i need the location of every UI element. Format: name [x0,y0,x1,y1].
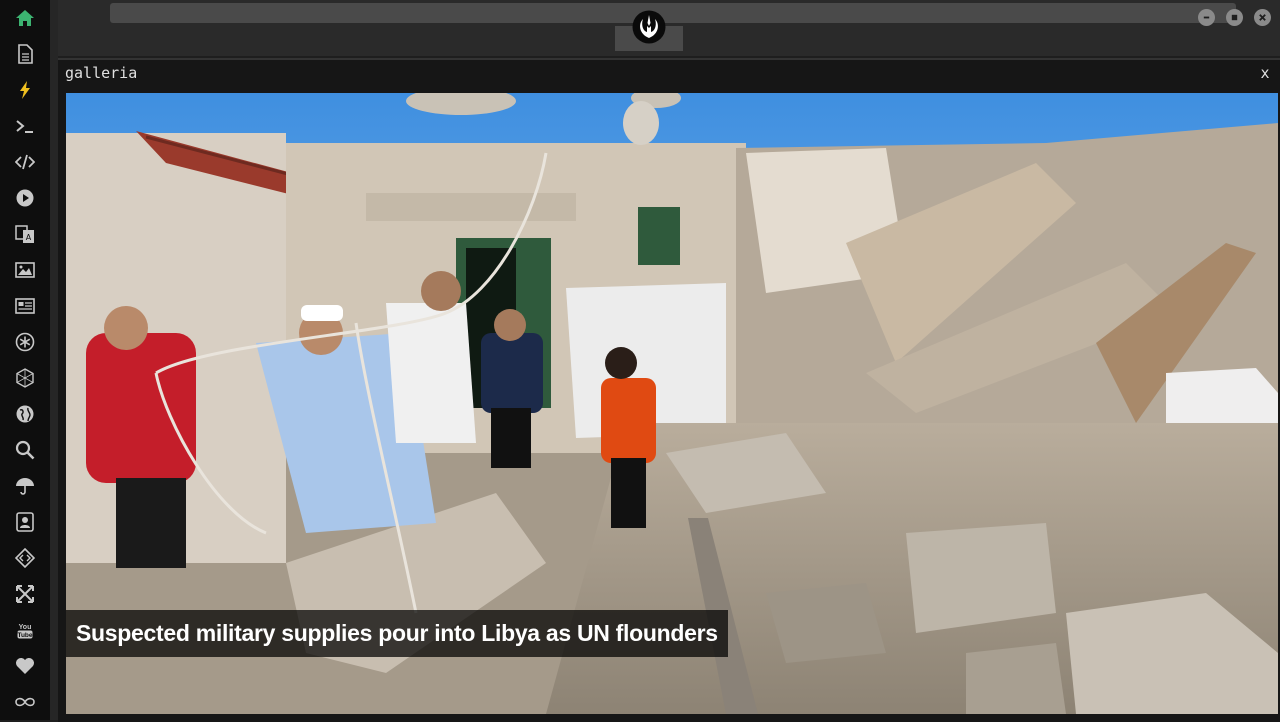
asterisk-icon[interactable] [13,330,37,354]
gallery-caption: Suspected military supplies pour into Li… [66,610,728,657]
minimize-icon[interactable] [1198,9,1215,26]
infinity-icon[interactable] [13,690,37,714]
document-icon[interactable] [13,42,37,66]
image-icon[interactable] [13,258,37,282]
search-icon[interactable] [13,438,37,462]
hexagon-icon[interactable] [13,366,37,390]
address-bar[interactable] [110,3,1236,23]
contact-icon[interactable] [13,510,37,534]
svg-text:You: You [19,624,32,631]
code-icon[interactable] [13,150,37,174]
terminal-icon[interactable] [13,114,37,138]
youtube-icon[interactable]: You Tube [13,618,37,642]
news-icon[interactable] [13,294,37,318]
svg-text:Tube: Tube [17,632,32,639]
translate-icon[interactable]: A [13,222,37,246]
panel-title: galleria [65,64,138,82]
heart-icon[interactable] [13,654,37,678]
umbrella-icon[interactable] [13,474,37,498]
home-icon[interactable] [13,6,37,30]
close-icon[interactable] [1254,9,1271,26]
expand-icon[interactable] [13,582,37,606]
sidebar-scroll-track[interactable] [50,0,58,720]
sidebar: A You Tube [0,0,51,720]
panel-close-button[interactable]: x [1257,63,1273,83]
diamond-code-icon[interactable] [13,546,37,570]
rebel-alliance-icon [632,10,666,44]
svg-text:A: A [26,233,32,242]
lightning-icon[interactable] [13,78,37,102]
globe-icon[interactable] [13,402,37,426]
maximize-icon[interactable] [1226,9,1243,26]
play-icon[interactable] [13,186,37,210]
